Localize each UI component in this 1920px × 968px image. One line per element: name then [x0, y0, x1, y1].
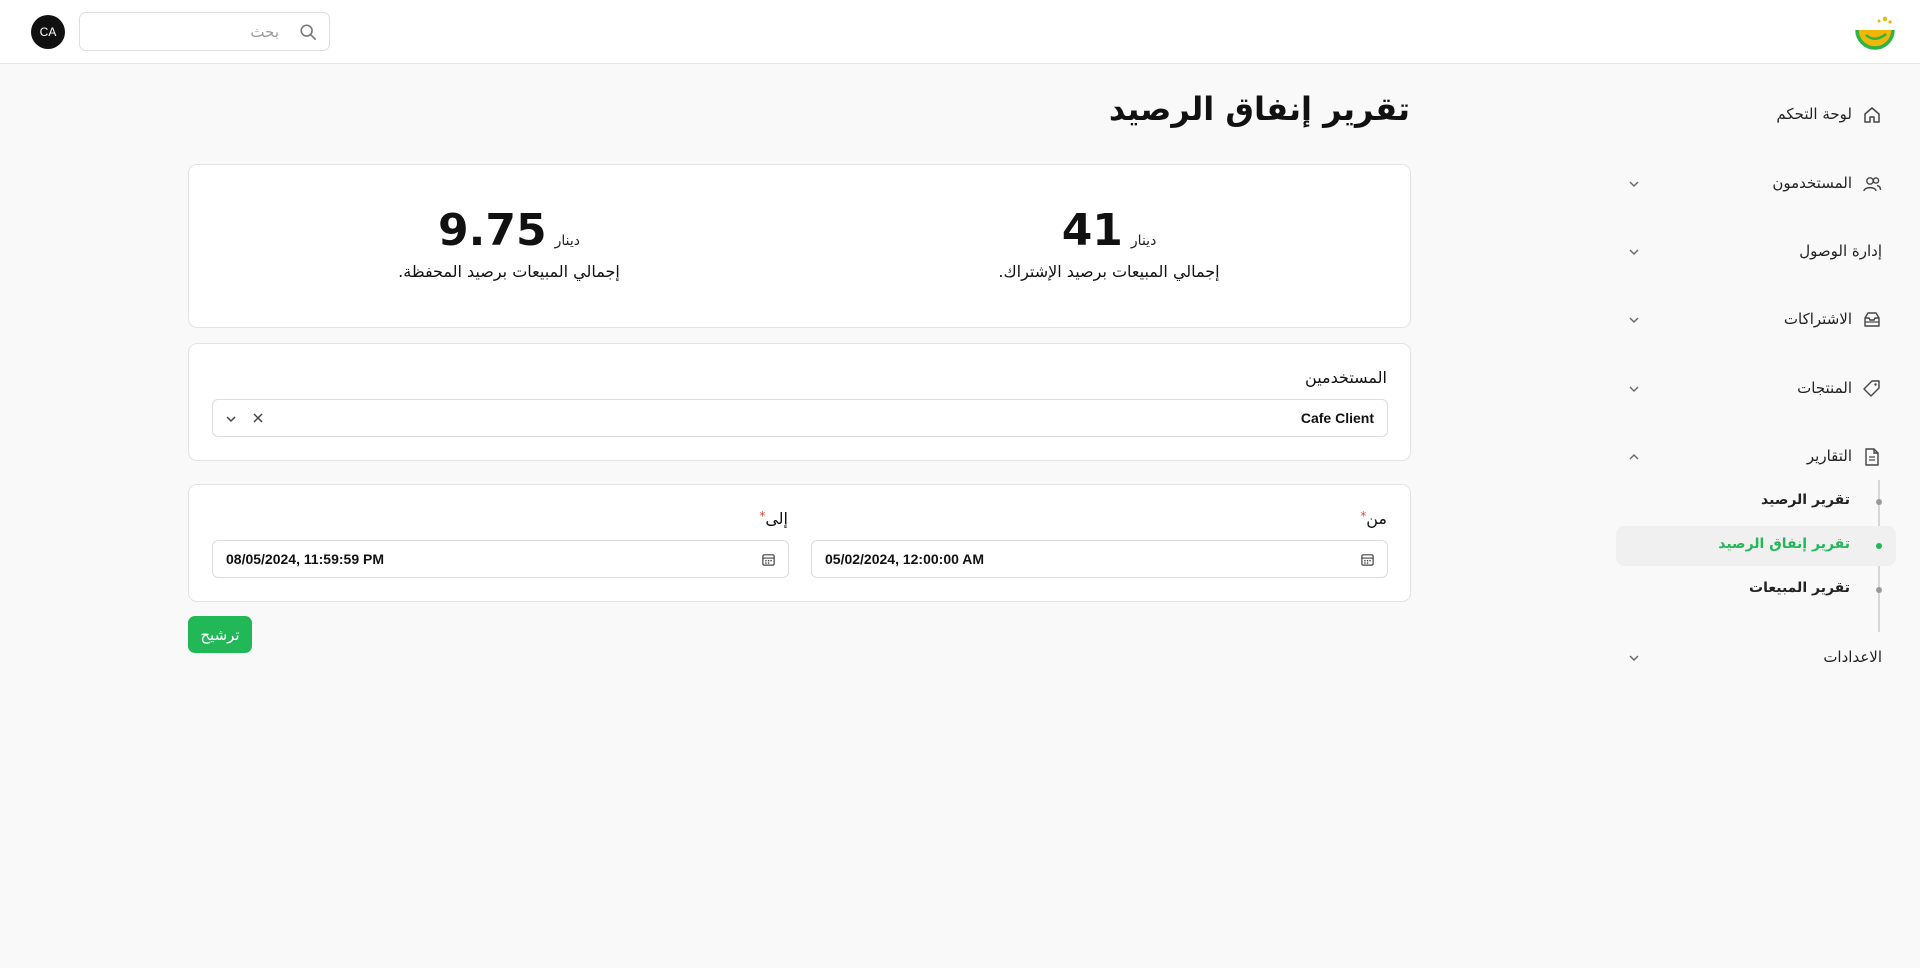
- bullet-icon: [1876, 499, 1882, 505]
- sidebar-item-products[interactable]: المنتجات: [1616, 369, 1896, 409]
- clear-icon[interactable]: [251, 411, 265, 425]
- sidebar-item-dashboard[interactable]: لوحة التحكم: [1616, 95, 1896, 135]
- sidebar-sub-item-label: تقرير الرصيد: [1761, 492, 1850, 508]
- sidebar: لوحة التحكم المستخدمون إدارة الوصول الاش…: [1610, 64, 1920, 968]
- search-icon: [300, 24, 317, 41]
- inbox-icon: [1864, 312, 1880, 327]
- stat-caption: إجمالي المبيعات برصيد المحفظة.: [398, 262, 620, 281]
- wallet-sales-stat: دينار 9.75 إجمالي المبيعات برصيد المحفظة…: [349, 205, 669, 281]
- calendar-icon[interactable]: [1360, 552, 1375, 567]
- sidebar-item-label: المستخدمون: [1772, 174, 1852, 192]
- sidebar-item-label: التقارير: [1806, 447, 1852, 465]
- from-date-value: 05/02/2024, 12:00:00 AM: [825, 551, 985, 567]
- sidebar-item-label: المنتجات: [1797, 379, 1852, 397]
- date-range-card: من* 05/02/2024, 12:00:00 AM إلى* 08/05/2…: [188, 484, 1411, 602]
- page-title: تقرير إنفاق الرصيد: [1108, 90, 1410, 128]
- to-date-input[interactable]: 08/05/2024, 11:59:59 PM: [212, 540, 789, 578]
- sidebar-sub-item-label: تقرير المبيعات: [1749, 580, 1850, 596]
- stat-unit: دينار: [1130, 233, 1157, 249]
- subscription-sales-stat: دينار 41 إجمالي المبيعات برصيد الإشتراك.: [949, 205, 1269, 281]
- sidebar-sub-item-label: تقرير إنفاق الرصيد: [1718, 536, 1850, 552]
- to-field-label: إلى*: [759, 509, 788, 528]
- stat-value: 9.75: [438, 205, 547, 256]
- app-logo[interactable]: [1854, 14, 1896, 52]
- stats-card: دينار 41 إجمالي المبيعات برصيد الإشتراك.…: [188, 164, 1411, 328]
- chevron-down-icon: [1629, 181, 1639, 187]
- chevron-up-icon: [1629, 454, 1639, 460]
- sidebar-item-reports[interactable]: التقارير: [1616, 437, 1896, 477]
- sidebar-sub-item-sales-report[interactable]: تقرير المبيعات: [1616, 570, 1896, 610]
- from-field-label: من*: [1360, 509, 1387, 528]
- stat-unit: دينار: [554, 233, 580, 249]
- sidebar-item-settings[interactable]: الاعدادات: [1616, 638, 1896, 678]
- users-filter-card: المستخدمين Cafe Client: [188, 343, 1411, 461]
- sidebar-item-users[interactable]: المستخدمون: [1616, 164, 1896, 204]
- sidebar-item-label: إدارة الوصول: [1799, 242, 1882, 260]
- to-date-value: 08/05/2024, 11:59:59 PM: [226, 551, 385, 567]
- sidebar-item-label: الاشتراكات: [1783, 310, 1852, 328]
- stat-value: 41: [1061, 205, 1123, 256]
- sidebar-item-label: لوحة التحكم: [1776, 105, 1852, 123]
- users-select-value: Cafe Client: [1300, 410, 1374, 426]
- bullet-icon: [1876, 587, 1882, 593]
- sidebar-item-access-management[interactable]: إدارة الوصول: [1616, 232, 1896, 272]
- tag-icon: [1863, 380, 1880, 397]
- filter-button[interactable]: ترشيح: [188, 616, 252, 653]
- chevron-down-icon: [1629, 386, 1639, 392]
- calendar-icon[interactable]: [761, 552, 776, 567]
- sidebar-item-subscriptions[interactable]: الاشتراكات: [1616, 300, 1896, 340]
- sidebar-sub-item-balance-report[interactable]: تقرير الرصيد: [1616, 482, 1896, 522]
- home-icon: [1864, 107, 1880, 123]
- chevron-down-icon: [1629, 655, 1639, 661]
- bullet-icon: [1876, 543, 1882, 549]
- user-avatar[interactable]: CA: [31, 15, 65, 49]
- chevron-down-icon: [1629, 317, 1639, 323]
- search-box[interactable]: [79, 12, 330, 51]
- sidebar-item-label: الاعدادات: [1823, 648, 1882, 666]
- search-input[interactable]: [80, 13, 329, 50]
- users-field-label: المستخدمين: [1305, 368, 1387, 387]
- users-select[interactable]: Cafe Client: [212, 399, 1388, 437]
- chevron-down-icon[interactable]: [225, 413, 237, 425]
- top-bar: CA: [0, 0, 1920, 64]
- chevron-down-icon: [1629, 249, 1639, 255]
- from-date-input[interactable]: 05/02/2024, 12:00:00 AM: [811, 540, 1388, 578]
- sidebar-sub-item-balance-spending-report[interactable]: تقرير إنفاق الرصيد: [1616, 526, 1896, 566]
- users-icon: [1863, 177, 1882, 192]
- stat-caption: إجمالي المبيعات برصيد الإشتراك.: [998, 262, 1220, 281]
- file-icon: [1865, 448, 1879, 466]
